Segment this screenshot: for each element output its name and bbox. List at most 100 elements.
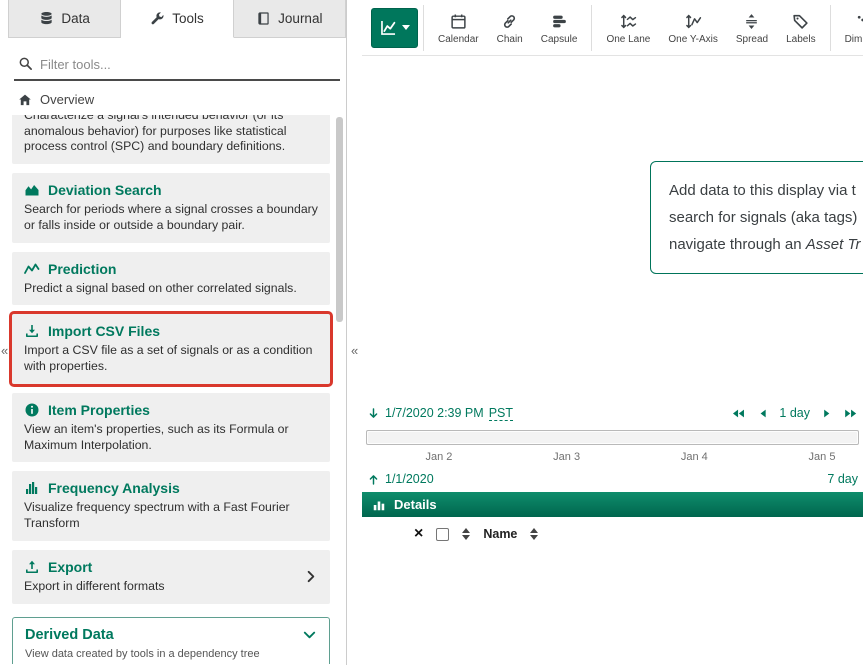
labels-icon [792,13,809,30]
time-tick: Jan 2 [425,451,452,463]
one-lane-label: One Lane [606,34,650,45]
overview-label: Overview [40,92,94,107]
tool-name: Export [48,559,92,575]
caret-down-icon [402,25,410,30]
details-table-header: × Name [362,517,863,551]
step-forward-button[interactable] [823,408,831,419]
calendar-label: Calendar [438,34,479,45]
sort-icon[interactable] [530,528,538,540]
arrow-down-icon [367,407,380,420]
collapse-sidebar-icon[interactable]: « [351,344,358,357]
trend-display-area: Add data to this display via t search fo… [362,57,863,400]
deviation-search-icon [24,182,40,198]
tool-description: Characterize a signal's intended behavio… [24,115,318,155]
investigate-start[interactable]: 1/7/2020 2:39 PM PST [367,406,513,421]
help-line: navigate through an Asset Tr [669,231,863,258]
tab-tools-label: Tools [172,11,204,26]
labels-button[interactable]: Labels [777,2,824,54]
calendar-button[interactable]: Calendar [429,2,488,54]
tool-search [14,51,340,81]
derived-data-toggle[interactable]: Derived Data [25,627,317,643]
display-toolbar: Calendar Chain Capsule One Lane [362,0,863,56]
tab-tools[interactable]: Tools [121,0,233,38]
one-y-axis-label: One Y-Axis [668,34,717,45]
item-properties-icon [24,402,40,418]
help-line: search for signals (aka tags) [669,204,863,231]
tab-data-label: Data [61,11,90,26]
filter-tools-input[interactable] [14,51,340,81]
time-range-handle[interactable] [368,432,857,443]
display-range-duration[interactable]: 7 day [827,472,858,486]
search-icon [18,56,33,71]
time-tick: Jan 5 [809,451,836,463]
time-tick: Jan 3 [553,451,580,463]
tool-description: Export in different formats [24,579,303,595]
tool-card[interactable]: Characterize a signal's intended behavio… [12,115,330,164]
capsule-icon [551,13,568,30]
tool-card-frequency-analysis[interactable]: Frequency Analysis Visualize frequency s… [12,471,330,540]
chain-label: Chain [497,34,523,45]
spread-icon [743,13,760,30]
time-range-bar: 1/7/2020 2:39 PM PST 1 day [362,400,863,492]
capsule-button[interactable]: Capsule [532,2,587,54]
export-icon [24,559,40,575]
name-column-header: Name [483,527,517,541]
tool-name: Frequency Analysis [48,480,180,496]
tool-name: Prediction [48,261,116,277]
display-range-row: 1/1/2020 7 day [367,469,858,489]
step-size-label[interactable]: 1 day [779,406,810,420]
bar-chart-icon [372,498,386,512]
chevron-down-icon [302,627,317,642]
tool-card-item-properties[interactable]: Item Properties View an item's propertie… [12,393,330,462]
derived-data-description: View data created by tools in a dependen… [25,648,317,660]
tools-sidebar: Data Tools Journal [8,0,346,665]
tool-name: Item Properties [48,402,150,418]
tool-card-import-csv[interactable]: Import CSV Files Import a CSV file as a … [12,314,330,383]
tool-description: Import a CSV file as a set of signals or… [24,343,318,374]
sidebar-tabbar: Data Tools Journal [8,0,346,38]
chain-icon [501,13,518,30]
overview-link[interactable]: Overview [8,81,346,116]
details-title: Details [394,497,437,512]
details-panel-header[interactable]: Details [362,492,863,517]
chevron-right-icon [303,569,318,584]
labels-label: Labels [786,34,815,45]
derived-data-section: Derived Data View data created by tools … [12,617,330,664]
collapse-left-icon[interactable]: « [1,344,8,357]
tool-card-deviation-search[interactable]: Deviation Search Search for periods wher… [12,173,330,242]
one-lane-button[interactable]: One Lane [597,2,659,54]
select-all-checkbox[interactable] [436,528,449,541]
spread-label: Spread [736,34,768,45]
tool-list: Characterize a signal's intended behavio… [8,115,346,665]
one-y-axis-button[interactable]: One Y-Axis [659,2,726,54]
toolbar-separator [423,5,424,51]
dimming-icon [856,13,863,30]
timezone-label[interactable]: PST [489,406,513,421]
step-back-fast-button[interactable] [731,408,745,419]
tab-journal[interactable]: Journal [234,0,346,38]
time-steppers: 1 day [731,406,858,420]
tool-description: View an item's properties, such as its F… [24,422,318,453]
step-forward-fast-button[interactable] [844,408,858,419]
tab-data[interactable]: Data [8,0,121,38]
display-mode-dropdown[interactable] [371,8,418,48]
chain-button[interactable]: Chain [488,2,532,54]
tool-description: Search for periods where a signal crosse… [24,202,318,233]
scrollbar-thumb[interactable] [336,117,343,322]
display-range-start[interactable]: 1/1/2020 [385,472,434,486]
tool-card-prediction[interactable]: Prediction Predict a signal based on oth… [12,252,330,306]
calendar-icon [450,13,467,30]
details-panel: Details × Name [362,492,863,665]
tool-card-export[interactable]: Export Export in different formats [12,550,330,604]
spread-button[interactable]: Spread [727,2,777,54]
step-back-button[interactable] [759,408,767,419]
time-range-scrollbar[interactable] [366,430,859,445]
home-icon [18,93,32,107]
sort-icon[interactable] [462,528,470,540]
investigate-row: 1/7/2020 2:39 PM PST 1 day [367,400,858,426]
toolbar-separator [591,5,592,51]
derived-data-title: Derived Data [25,627,114,643]
journal-icon [256,11,271,26]
dimming-button[interactable]: Dimming [836,2,863,54]
remove-all-icon[interactable]: × [414,526,423,542]
